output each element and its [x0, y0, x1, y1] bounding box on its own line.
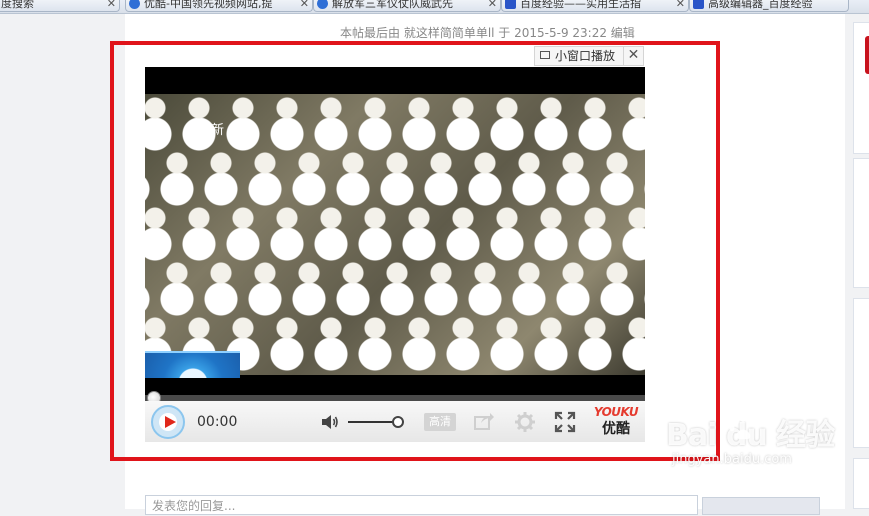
mini-window-button[interactable]: 小窗口播放 [535, 47, 625, 65]
youku-logo-cn: 优酷 [602, 421, 630, 437]
sidebar-red-accent [865, 36, 869, 74]
tab-label: 解放军三军仪仗队威武先 [332, 0, 453, 10]
sidebar-card [853, 158, 869, 288]
paw-icon [693, 0, 704, 9]
play-button[interactable] [151, 405, 185, 439]
browser-tab[interactable]: 优酷-中国领先视频网站,提 ✕ [125, 0, 313, 12]
browser-tab-strip: 度搜索 ✕ 优酷-中国领先视频网站,提 ✕ 解放军三军仪仗队威武先 ✕ 百度经验… [0, 0, 869, 14]
volume-slider-handle[interactable] [392, 416, 404, 428]
tab-close-icon[interactable]: ✕ [107, 0, 116, 11]
play-icon [165, 416, 176, 428]
browser-tab[interactable]: 百度经验——实用生活指 ✕ [501, 0, 689, 12]
mini-window-bar: 小窗口播放 ✕ [534, 46, 644, 66]
tab-label: 百度经验——实用生活指 [520, 0, 641, 10]
mini-window-close-button[interactable]: ✕ [623, 47, 643, 65]
window-icon [540, 51, 550, 59]
video-player[interactable]: 新 闻 [145, 67, 645, 442]
news-overlay-text: 新 闻 [211, 123, 260, 138]
channel-logo [145, 351, 240, 378]
globe-icon [129, 0, 140, 9]
youku-logo[interactable]: YOUKU 优酷 [593, 405, 639, 439]
left-margin [0, 14, 125, 509]
globe-icon [317, 0, 328, 9]
browser-tab[interactable]: 解放军三军仪仗队威武先 ✕ [313, 0, 501, 12]
sidebar-card [853, 458, 869, 509]
tab-label: 优酷-中国领先视频网站,提 [144, 0, 273, 10]
time-display: 00:00 [197, 414, 238, 430]
browser-tab[interactable]: 高级编辑器_百度经验 [689, 0, 849, 12]
paw-icon [505, 0, 516, 9]
gear-icon[interactable] [514, 411, 536, 433]
sidebar-card [853, 298, 869, 448]
video-frame[interactable]: 新 闻 [145, 94, 645, 375]
reply-submit-button[interactable] [702, 497, 820, 515]
hd-quality-button[interactable]: 高清 [424, 413, 456, 431]
share-icon[interactable] [473, 411, 495, 431]
tab-label: 度搜索 [1, 0, 34, 10]
tab-close-icon[interactable]: ✕ [676, 0, 685, 11]
browser-tab[interactable]: 度搜索 ✕ [0, 0, 120, 12]
reply-input[interactable]: 发表您的回复... [145, 495, 698, 515]
volume-icon[interactable] [320, 413, 340, 431]
post-edit-meta: 本帖最后由 就这样简简单单ll 于 2015-5-9 23:22 编辑 [340, 26, 635, 40]
tab-close-icon[interactable]: ✕ [300, 0, 309, 11]
tab-label: 高级编辑器_百度经验 [708, 0, 813, 10]
mini-window-label: 小窗口播放 [555, 49, 616, 63]
tab-close-icon[interactable]: ✕ [488, 0, 497, 11]
fullscreen-icon[interactable] [554, 411, 576, 433]
youku-logo-en: YOUKU [593, 405, 639, 419]
